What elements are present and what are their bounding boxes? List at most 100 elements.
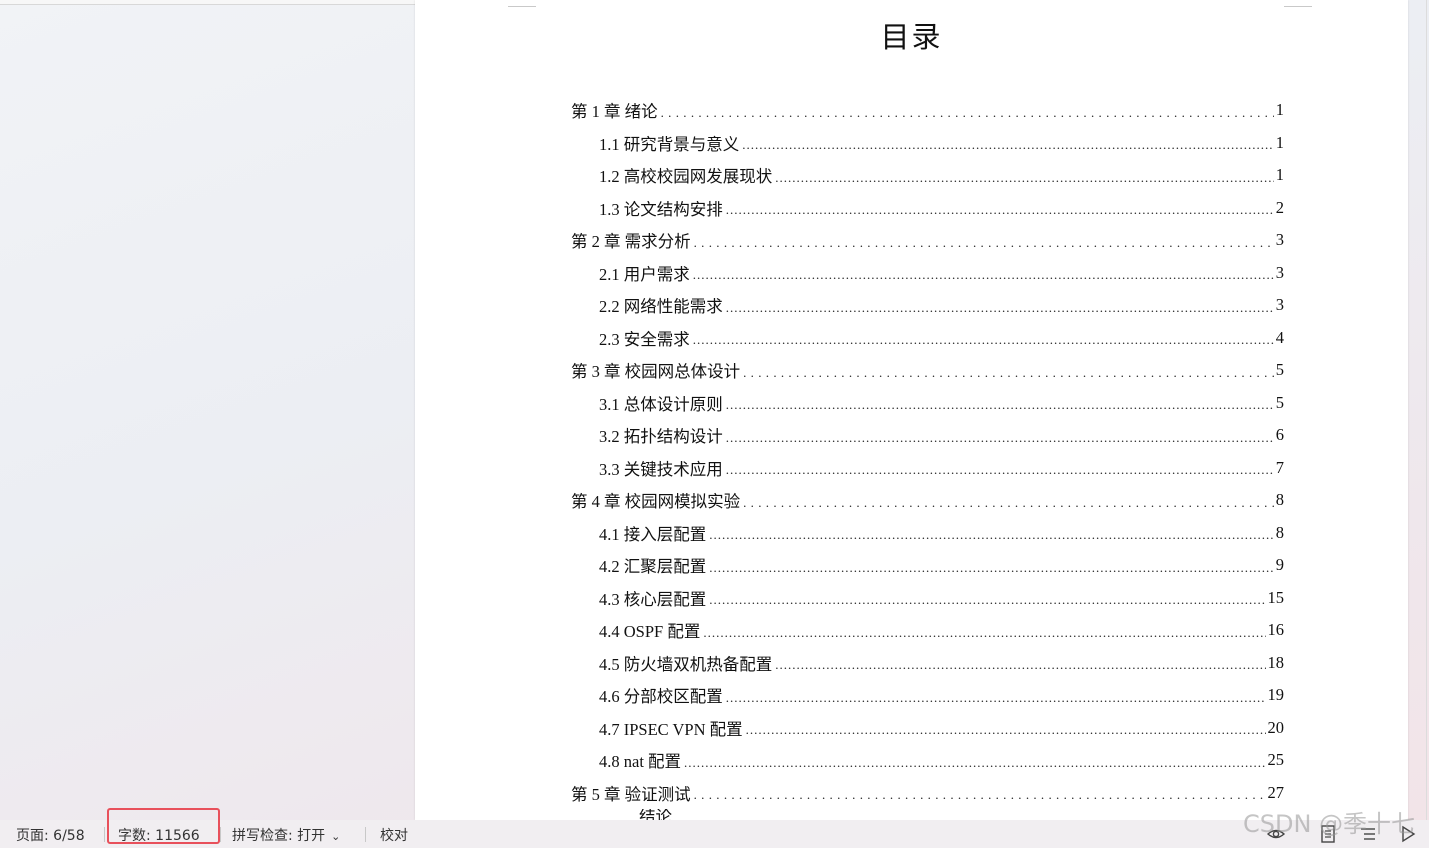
toc-entry-label: 1.1 研究背景与意义 bbox=[599, 134, 740, 154]
toc-entry[interactable]: 1.3 论文结构安排..............................… bbox=[571, 192, 1284, 225]
margin-corner-mark bbox=[508, 6, 536, 7]
toc-entry-label: 4.8 nat 配置 bbox=[599, 752, 682, 772]
toc-entry[interactable]: 1.2 高校校园网发展现状...........................… bbox=[571, 159, 1284, 192]
toc-leader-dots: ........................................… bbox=[709, 560, 1274, 574]
toc-entry[interactable]: 第 4 章 校园网模拟实验...........................… bbox=[571, 484, 1284, 517]
toc-page-number: 8 bbox=[1275, 522, 1284, 542]
toc-entry[interactable]: 3.3 关键技术应用..............................… bbox=[571, 452, 1284, 485]
toc-entry[interactable]: 2.2 网络性能需求..............................… bbox=[571, 289, 1284, 322]
proofread-button[interactable]: 校对 bbox=[380, 825, 408, 845]
chevron-down-icon: ⌄ bbox=[331, 830, 341, 843]
toc-leader-dots: ........................................… bbox=[775, 658, 1265, 672]
scrollbar-track bbox=[1426, 0, 1427, 820]
toc-page-number: 5 bbox=[1275, 392, 1284, 412]
toc-entry-label: 4.5 防火墙双机热备配置 bbox=[599, 654, 773, 674]
toc-leader-dots: ........................................… bbox=[725, 690, 1266, 704]
page-indicator[interactable]: 页面: 6/58 bbox=[16, 825, 85, 845]
toc-entry-label: 2.3 安全需求 bbox=[599, 329, 690, 349]
toc-leader-dots: ........................................… bbox=[745, 723, 1266, 737]
toc-entry[interactable]: 第 1 章 绪论................................… bbox=[571, 94, 1284, 127]
status-divider bbox=[104, 827, 105, 842]
toc-entry-label: 1.3 论文结构安排 bbox=[599, 199, 723, 219]
toc-entry-label: 3.1 总体设计原则 bbox=[599, 394, 723, 414]
toc-entry[interactable]: 第 3 章 校园网总体设计...........................… bbox=[571, 354, 1284, 387]
toc-leader-dots: ........................................… bbox=[725, 203, 1274, 217]
toc-entry-label: 3.2 拓扑结构设计 bbox=[599, 427, 723, 447]
toc-entry[interactable]: 4.8 nat 配置..............................… bbox=[571, 744, 1284, 777]
word-count-highlight bbox=[107, 808, 220, 844]
toc-page-number: 1 bbox=[1275, 165, 1284, 185]
toc-entry-label: 4.1 接入层配置 bbox=[599, 524, 707, 544]
toc-leader-dots: ........................................… bbox=[684, 755, 1266, 769]
toc-entry[interactable]: 第 2 章 需求分析..............................… bbox=[571, 224, 1284, 257]
toc-entry-label: 第 1 章 绪论 bbox=[571, 102, 658, 122]
toc-leader-dots: ........................................… bbox=[725, 300, 1274, 314]
toc-entry[interactable]: 1.1 研究背景与意义.............................… bbox=[571, 127, 1284, 160]
toc-entry-label: 4.3 核心层配置 bbox=[599, 589, 707, 609]
toc-entry-label: 2.1 用户需求 bbox=[599, 264, 690, 284]
toc-leader-dots: ........................................… bbox=[709, 528, 1274, 542]
toc-entry[interactable]: 3.2 拓扑结构设计..............................… bbox=[571, 419, 1284, 452]
toc-leader-dots: ........................................… bbox=[693, 235, 1274, 249]
toc-leader-dots: ........................................… bbox=[775, 170, 1274, 184]
toc-page-number: 18 bbox=[1267, 652, 1285, 672]
toc-entry-label: 2.2 网络性能需求 bbox=[599, 297, 723, 317]
status-divider bbox=[365, 827, 366, 842]
toc-page-number: 3 bbox=[1275, 295, 1284, 315]
toc-leader-dots: ........................................… bbox=[709, 593, 1265, 607]
toc-page-number: 27 bbox=[1267, 782, 1285, 802]
toc-entry[interactable]: 4.5 防火墙双机热备配置...........................… bbox=[571, 647, 1284, 680]
toc-leader-dots: ........................................… bbox=[743, 365, 1274, 379]
toc-leader-dots: ........................................… bbox=[703, 625, 1265, 639]
toc-leader-dots: ........................................… bbox=[660, 105, 1274, 119]
status-divider bbox=[220, 827, 221, 842]
toc-page-number: 19 bbox=[1267, 685, 1285, 705]
toc-entry-label: 3.3 关键技术应用 bbox=[599, 459, 723, 479]
toc-entry[interactable]: 4.1 接入层配置...............................… bbox=[571, 517, 1284, 550]
toc-page-number: 9 bbox=[1275, 555, 1284, 575]
toc-leader-dots: ........................................… bbox=[692, 268, 1274, 282]
vertical-scrollbar[interactable] bbox=[1410, 0, 1429, 820]
top-edge bbox=[0, 0, 415, 5]
watermark: CSDN @季十七 bbox=[1243, 810, 1416, 838]
toc-page-number: 8 bbox=[1275, 490, 1284, 510]
spell-check-toggle[interactable]: 拼写检查: 打开 ⌄ bbox=[232, 825, 340, 845]
toc-leader-dots: ........................................… bbox=[743, 495, 1274, 509]
toc-entry[interactable]: 4.7 IPSEC VPN 配置........................… bbox=[571, 712, 1284, 745]
toc-page-number: 25 bbox=[1267, 750, 1285, 770]
toc-entry-label: 第 5 章 验证测试 bbox=[571, 784, 691, 804]
toc-entry[interactable]: 第 5 章 验证测试..............................… bbox=[571, 777, 1284, 810]
toc-page-number: 1 bbox=[1275, 132, 1284, 152]
toc-entry[interactable]: 3.1 总体设计原则..............................… bbox=[571, 387, 1284, 420]
toc-entry-label: 结论 bbox=[639, 809, 672, 820]
toc-page-number: 3 bbox=[1275, 262, 1284, 282]
toc-entry[interactable]: 2.1 用户需求................................… bbox=[571, 257, 1284, 290]
toc-page-number: 20 bbox=[1267, 717, 1285, 737]
toc-entry-label: 第 2 章 需求分析 bbox=[571, 232, 691, 252]
toc-entry-label: 第 4 章 校园网模拟实验 bbox=[571, 492, 741, 512]
toc-leader-dots: ........................................… bbox=[725, 430, 1274, 444]
toc-entry[interactable]: 4.2 汇聚层配置...............................… bbox=[571, 549, 1284, 582]
toc-page-number: 5 bbox=[1275, 360, 1284, 380]
toc-page-number: 16 bbox=[1267, 620, 1285, 640]
toc-leader-dots: ........................................… bbox=[742, 138, 1274, 152]
toc-entry-partial: 结论 bbox=[571, 809, 1284, 820]
toc-entry[interactable]: 4.3 核心层配置...............................… bbox=[571, 582, 1284, 615]
toc-page-number: 2 bbox=[1275, 197, 1284, 217]
toc-entry-label: 第 3 章 校园网总体设计 bbox=[571, 362, 741, 382]
document-page[interactable]: 目录 第 1 章 绪论.............................… bbox=[415, 0, 1408, 820]
spell-check-label: 拼写检查: 打开 bbox=[232, 828, 326, 844]
toc-leader-dots: ........................................… bbox=[725, 463, 1274, 477]
toc-page-number: 1 bbox=[1275, 100, 1284, 120]
toc-list: 第 1 章 绪论................................… bbox=[571, 94, 1284, 820]
toc-entry[interactable]: 2.3 安全需求................................… bbox=[571, 322, 1284, 355]
toc-page-number: 7 bbox=[1275, 457, 1284, 477]
toc-entry-label: 4.7 IPSEC VPN 配置 bbox=[599, 719, 743, 739]
toc-page-number: 3 bbox=[1275, 230, 1284, 250]
toc-entry[interactable]: 4.6 分部校区配置..............................… bbox=[571, 679, 1284, 712]
toc-leader-dots: ........................................… bbox=[693, 788, 1266, 802]
toc-entry[interactable]: 4.4 OSPF 配置.............................… bbox=[571, 614, 1284, 647]
toc-entry-label: 4.2 汇聚层配置 bbox=[599, 557, 707, 577]
toc-entry-label: 4.6 分部校区配置 bbox=[599, 687, 723, 707]
toc-page-number: 4 bbox=[1275, 327, 1284, 347]
